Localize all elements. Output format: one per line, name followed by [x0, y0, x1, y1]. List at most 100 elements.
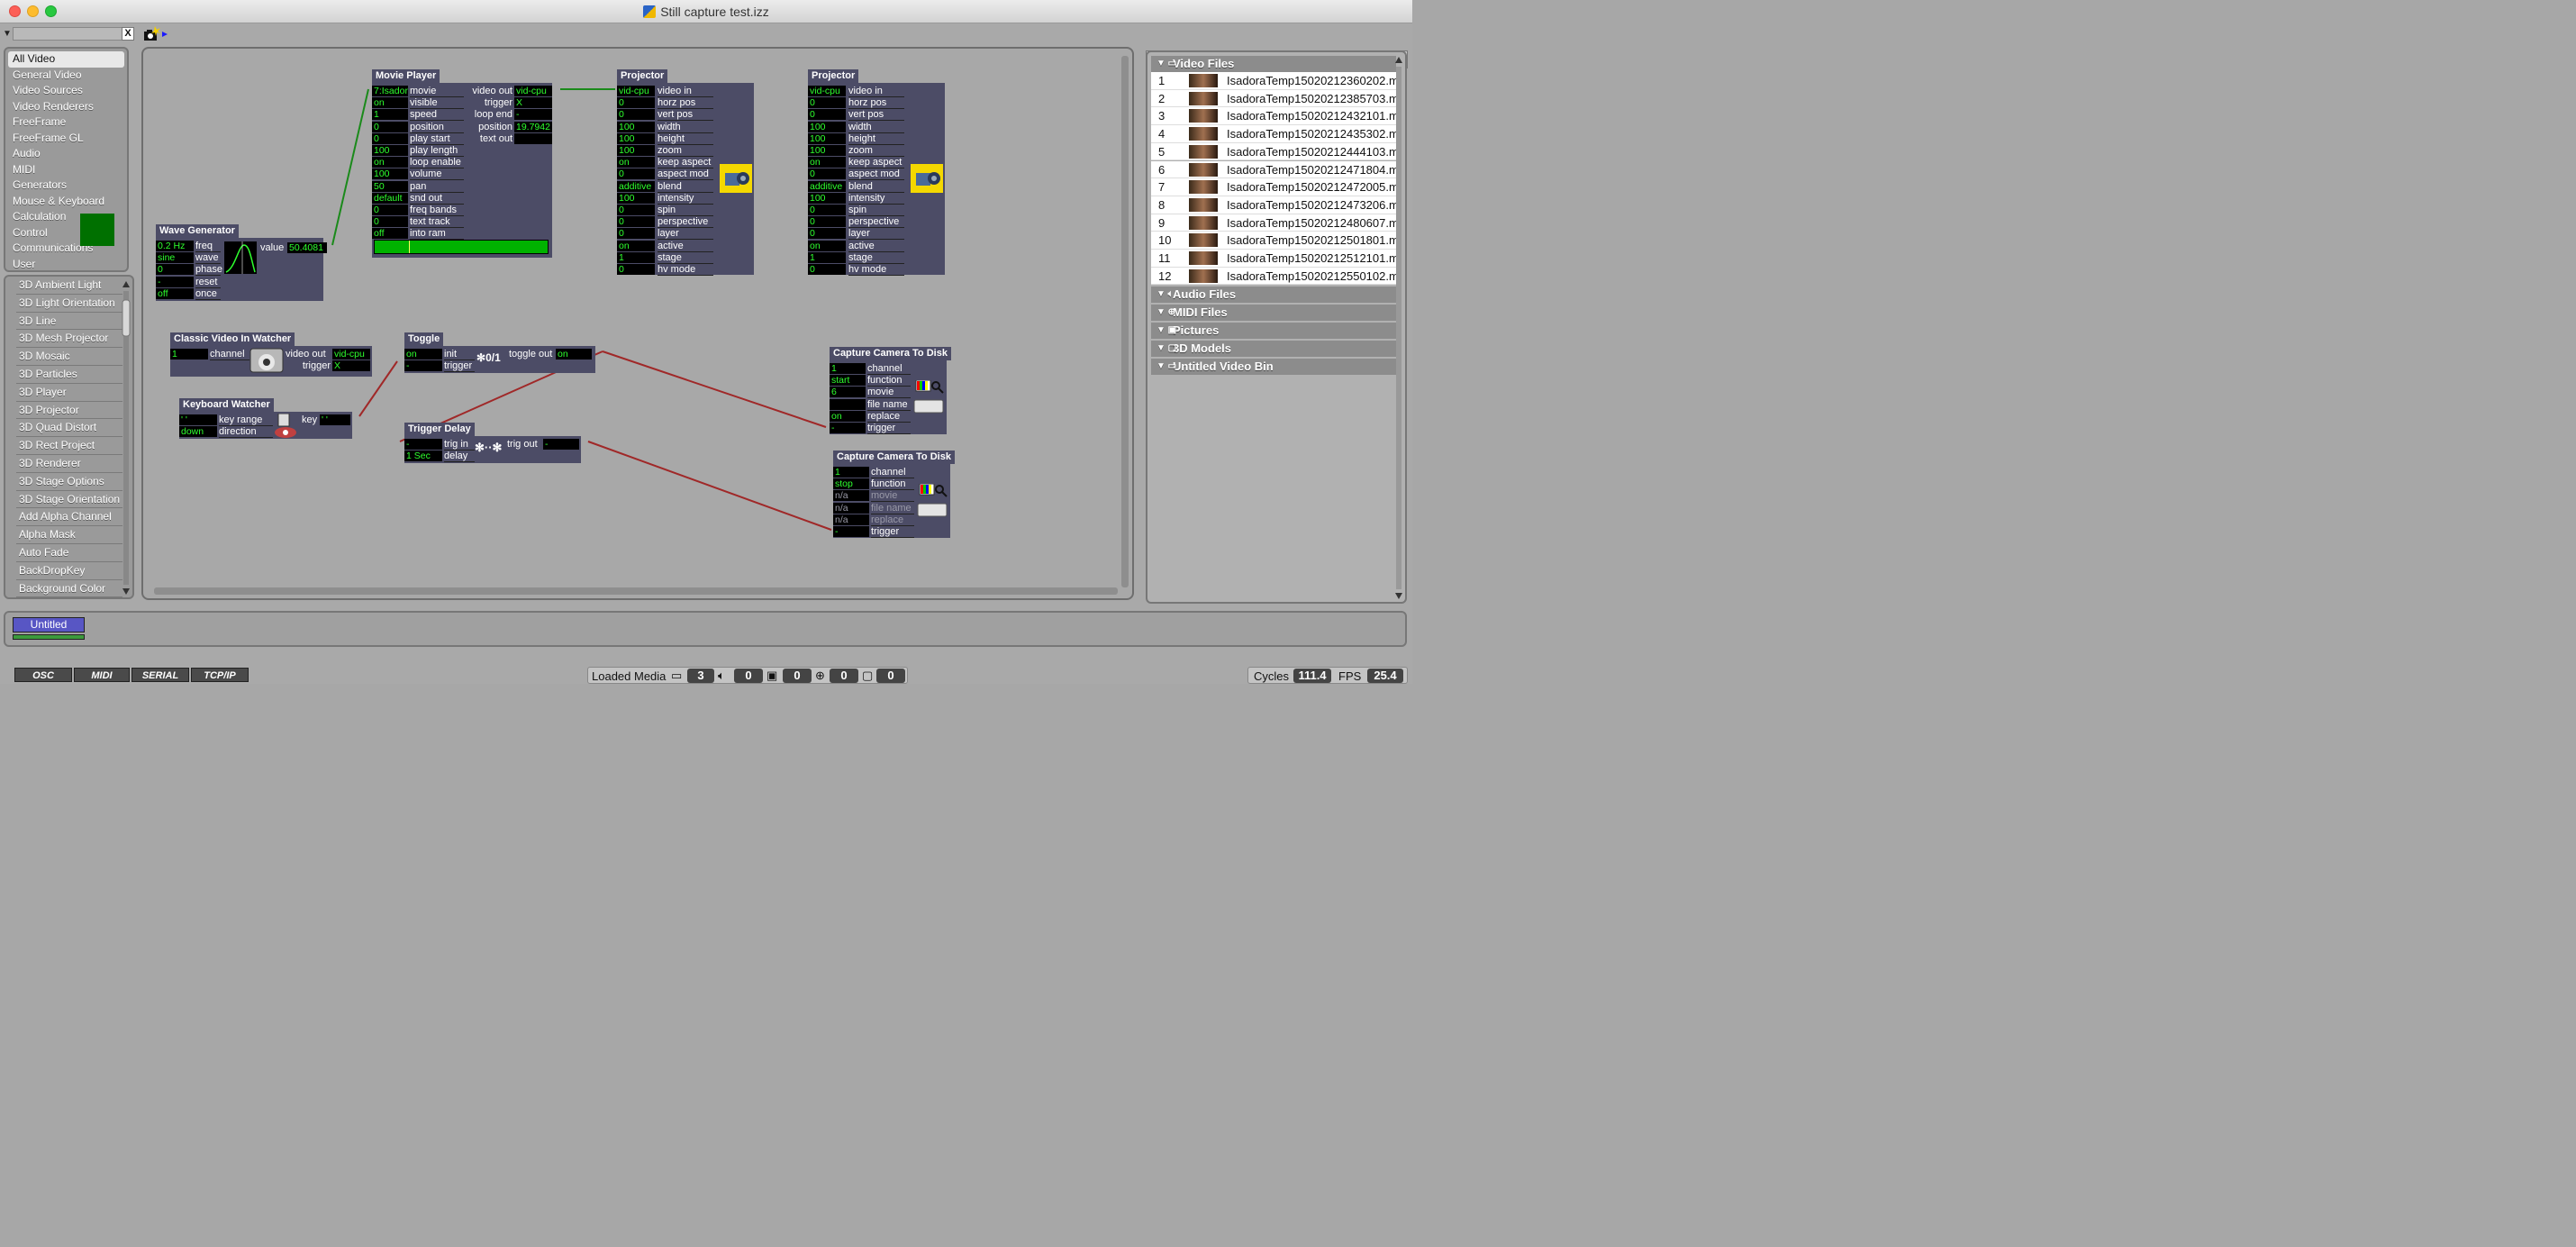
- input-value[interactable]: -: [156, 276, 194, 287]
- patch-editor[interactable]: Movie Player 7:Isador movie on visible 1 sp…: [141, 47, 1134, 600]
- untitled-video-bin-header[interactable]: ▼ ▭ Untitled Video Bin: [1151, 359, 1396, 375]
- media-file-row[interactable]: 1 IsadoraTemp15020212360202.m: [1151, 72, 1399, 90]
- input-value[interactable]: 0: [808, 216, 846, 228]
- category-item[interactable]: User: [5, 257, 127, 273]
- actor-list-item[interactable]: 3D Stage Orientation: [16, 491, 122, 509]
- input-value[interactable]: vid-cpu: [808, 86, 846, 96]
- actor-list-item[interactable]: 3D Particles: [16, 366, 122, 384]
- input-value[interactable]: 0: [808, 205, 846, 215]
- category-item[interactable]: Audio: [5, 146, 127, 162]
- input-value[interactable]: 1: [372, 109, 408, 121]
- input-value[interactable]: -: [404, 439, 442, 450]
- input-value[interactable]: on: [830, 410, 866, 422]
- patch-horizontal-scrollbar[interactable]: [154, 587, 1118, 595]
- input-value[interactable]: 100: [617, 132, 655, 144]
- input-value[interactable]: 0: [617, 97, 655, 109]
- input-value[interactable]: off: [156, 287, 194, 299]
- snapshot-camera-icon[interactable]: [142, 24, 169, 42]
- input-value[interactable]: 100: [808, 121, 846, 132]
- projector-title[interactable]: Projector: [808, 69, 859, 83]
- category-item[interactable]: FreeFrame: [5, 114, 127, 131]
- input-value[interactable]: start: [830, 375, 866, 387]
- scene-tab[interactable]: Untitled: [13, 617, 85, 633]
- movie-position-bar[interactable]: [374, 240, 549, 254]
- video-files-bin-header[interactable]: ▼ ▭ Video Files: [1151, 56, 1396, 72]
- midi-status-button[interactable]: MIDI: [74, 668, 130, 682]
- actor-list-item[interactable]: 3D Rect Project: [16, 437, 122, 455]
- input-value[interactable]: 0: [617, 168, 655, 180]
- filter-clear-button[interactable]: X: [122, 27, 134, 41]
- actor-list-item[interactable]: 3D Mesh Projector: [16, 330, 122, 349]
- media-file-row[interactable]: 10 IsadoraTemp15020212501801.m: [1151, 232, 1399, 250]
- pictures-bin-header[interactable]: ▼ ▣ Pictures: [1151, 323, 1396, 339]
- input-value[interactable]: on: [372, 157, 408, 168]
- input-value[interactable]: 0: [156, 264, 194, 276]
- input-value[interactable]: 0: [617, 216, 655, 228]
- trigger-delay-title[interactable]: Trigger Delay: [404, 423, 475, 436]
- movie-player-actor[interactable]: Movie Player 7:Isador movie on visible 1 sp…: [372, 69, 552, 258]
- category-item[interactable]: Video Renderers: [5, 99, 127, 115]
- category-color-swatch[interactable]: [80, 214, 114, 246]
- input-value[interactable]: on: [404, 349, 442, 360]
- input-value[interactable]: 0: [617, 228, 655, 240]
- input-value[interactable]: 7:Isador: [372, 86, 408, 96]
- input-value[interactable]: on: [617, 157, 655, 168]
- input-value[interactable]: sine: [156, 252, 194, 264]
- input-value[interactable]: 6: [830, 387, 866, 398]
- input-value[interactable]: 0: [617, 109, 655, 121]
- input-value[interactable]: ' ': [179, 414, 217, 425]
- 3d-models-bin-header[interactable]: ▼ ▢ 3D Models: [1151, 341, 1396, 357]
- capture-title[interactable]: Capture Camera To Disk: [833, 451, 955, 464]
- actor-list-item[interactable]: BackDropKey: [16, 562, 122, 580]
- media-file-row[interactable]: 9 IsadoraTemp15020212480607.m: [1151, 214, 1399, 232]
- actor-list-item[interactable]: 3D Quad Distort: [16, 419, 122, 438]
- input-value[interactable]: 0: [372, 121, 408, 132]
- category-item[interactable]: FreeFrame GL: [5, 131, 127, 147]
- input-value[interactable]: 1 Sec: [404, 451, 442, 462]
- tcpip-status-button[interactable]: TCP/IP: [191, 668, 249, 682]
- input-value[interactable]: 0: [808, 228, 846, 240]
- input-value[interactable]: 100: [808, 192, 846, 204]
- capture-camera-to-disk-actor[interactable]: Capture Camera To Disk 1 channel stop func…: [833, 451, 955, 538]
- keyboard-watcher-actor[interactable]: Keyboard Watcher ' ' key range down direct…: [179, 398, 352, 439]
- actor-filter-input[interactable]: [13, 27, 122, 41]
- input-value[interactable]: on: [808, 240, 846, 251]
- input-value[interactable]: 0.2 Hz: [156, 241, 194, 251]
- input-value[interactable]: additive: [808, 180, 846, 192]
- actor-list-item[interactable]: Background Color: [16, 580, 122, 597]
- category-item[interactable]: MIDI: [5, 162, 127, 178]
- category-item[interactable]: Generators: [5, 177, 127, 194]
- input-value[interactable]: 0: [808, 168, 846, 180]
- input-value[interactable]: 1: [833, 467, 869, 478]
- input-value[interactable]: on: [808, 157, 846, 168]
- input-value[interactable]: vid-cpu: [617, 86, 655, 96]
- toggle-actor[interactable]: Toggle on init - trigger ✻0/1 toggle out o…: [404, 332, 595, 373]
- input-value[interactable]: 0: [808, 97, 846, 109]
- actor-list-item[interactable]: 3D Mosaic: [16, 348, 122, 366]
- input-value[interactable]: 0: [617, 205, 655, 215]
- video-in-watcher-title[interactable]: Classic Video In Watcher: [170, 332, 295, 346]
- projector-actor[interactable]: Projector vid-cpu video in 0 horz pos 0 ver…: [808, 69, 945, 276]
- input-value[interactable]: 0: [372, 216, 408, 228]
- category-item[interactable]: General Video: [5, 68, 127, 84]
- wave-generator-title[interactable]: Wave Generator: [156, 224, 239, 238]
- actor-list-item[interactable]: 3D Light Orientation: [16, 295, 122, 313]
- actor-list-item[interactable]: 3D Renderer: [16, 455, 122, 473]
- input-value[interactable]: 1: [170, 349, 208, 360]
- input-value[interactable]: 1: [830, 363, 866, 374]
- filter-menu-icon[interactable]: ▼: [3, 29, 12, 39]
- toggle-title[interactable]: Toggle: [404, 332, 444, 346]
- media-file-row[interactable]: 4 IsadoraTemp15020212435302.m: [1151, 125, 1399, 143]
- media-file-row[interactable]: 2 IsadoraTemp15020212385703.m: [1151, 89, 1399, 108]
- input-value[interactable]: down: [179, 426, 217, 438]
- media-file-row[interactable]: 5 IsadoraTemp15020212444103.m: [1151, 142, 1399, 161]
- actor-list-scrollbar[interactable]: [122, 280, 131, 596]
- video-in-watcher-actor[interactable]: Classic Video In Watcher 1 channel video…: [170, 332, 372, 377]
- input-value[interactable]: -: [830, 423, 866, 433]
- input-value[interactable]: -: [833, 526, 869, 537]
- media-file-row[interactable]: 3 IsadoraTemp15020212432101.m: [1151, 107, 1399, 126]
- actor-list-item[interactable]: 3D Stage Options: [16, 473, 122, 491]
- audio-files-bin-header[interactable]: ▼ 🔈︎ Audio Files: [1151, 287, 1396, 303]
- category-item[interactable]: Video Sources: [5, 83, 127, 99]
- input-value[interactable]: 0: [808, 264, 846, 275]
